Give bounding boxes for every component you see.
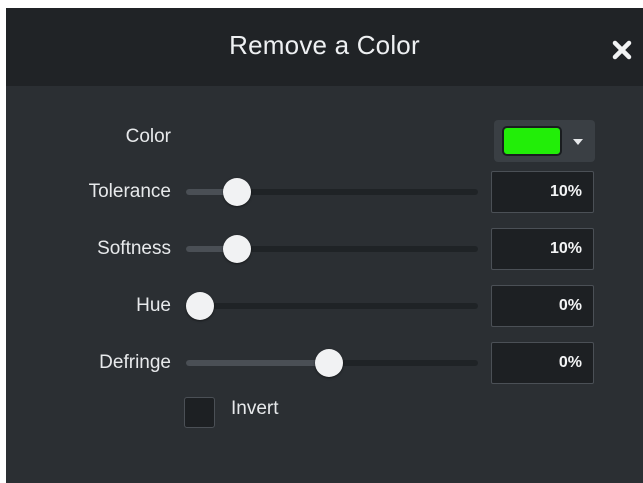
color-picker-button[interactable]	[494, 120, 595, 162]
close-icon[interactable]	[611, 39, 633, 61]
softness-value-field[interactable]: 10%	[491, 228, 594, 270]
slider-thumb[interactable]	[222, 235, 251, 263]
hue-label: Hue	[136, 295, 171, 316]
invert-checkbox[interactable]	[184, 397, 215, 428]
slider-thumb[interactable]	[222, 178, 251, 206]
color-swatch	[502, 126, 562, 156]
hue-value-field[interactable]: 0%	[491, 285, 594, 327]
invert-label: Invert	[231, 398, 279, 419]
hue-slider[interactable]	[186, 290, 478, 322]
softness-label: Softness	[97, 238, 171, 259]
defringe-label: Defringe	[99, 352, 171, 373]
tolerance-label: Tolerance	[88, 181, 171, 202]
slider-fill	[186, 360, 330, 366]
softness-slider[interactable]	[186, 233, 478, 265]
slider-track	[186, 303, 478, 309]
chevron-down-icon	[573, 139, 583, 145]
tolerance-slider[interactable]	[186, 176, 478, 208]
dialog-title: Remove a Color	[229, 30, 420, 60]
dialog-header: Remove a Color	[6, 8, 643, 86]
slider-thumb[interactable]	[315, 349, 344, 377]
defringe-value-field[interactable]: 0%	[491, 342, 594, 384]
tolerance-value-field[interactable]: 10%	[491, 171, 594, 213]
color-label: Color	[125, 126, 171, 147]
remove-color-dialog: Remove a Color Color Tolerance 10% Softn…	[6, 8, 643, 483]
defringe-slider[interactable]	[186, 347, 478, 379]
slider-thumb[interactable]	[186, 292, 214, 320]
